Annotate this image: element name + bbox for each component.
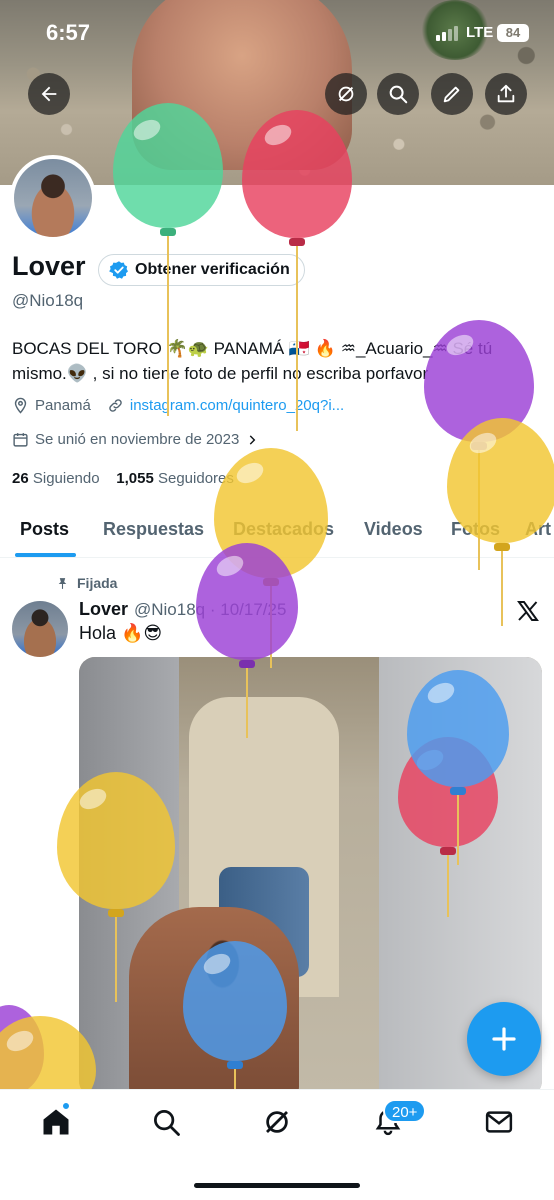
messages-icon <box>485 1111 513 1133</box>
home-unread-dot <box>62 1102 70 1110</box>
signal-icon <box>436 26 458 41</box>
back-arrow-icon <box>41 86 57 102</box>
following-link[interactable]: 26 Siguiendo <box>12 470 100 487</box>
link-icon <box>109 399 122 412</box>
chevron-right-icon[interactable] <box>245 433 259 447</box>
photo-person <box>129 907 299 1097</box>
post-handle-date: @Nio18q · 10/17/25 <box>134 600 287 619</box>
tab-videos[interactable]: Videos <box>364 519 423 540</box>
pinned-indicator: Fijada <box>56 575 117 591</box>
grok-icon <box>338 86 354 102</box>
active-tab-indicator <box>15 553 76 557</box>
notifications-badge: 20+ <box>383 1099 427 1123</box>
grok-button[interactable] <box>325 73 367 115</box>
edit-pencil-icon <box>443 86 460 103</box>
search-icon <box>389 85 408 104</box>
network-label: LTE <box>466 24 494 41</box>
plus-icon <box>492 1027 516 1051</box>
tab-posts[interactable]: Posts <box>20 519 69 540</box>
home-icon <box>43 1109 69 1135</box>
post-author-name[interactable]: Lover <box>79 599 128 620</box>
profile-bio: BOCAS DEL TORO 🌴🐢 PANAMÁ 🇵🇦 🔥 ♒_Acuario_… <box>12 339 493 383</box>
tab-highlights[interactable]: Destacados <box>233 519 334 540</box>
battery-indicator: 84 <box>497 24 529 42</box>
verified-badge-icon <box>109 261 128 279</box>
profile-handle: @Nio18q <box>12 291 84 310</box>
followers-label: Seguidores <box>157 470 234 487</box>
nav-search[interactable] <box>151 1107 181 1137</box>
back-button[interactable] <box>28 73 70 115</box>
location-icon <box>14 397 27 414</box>
profile-name: Lover <box>12 251 86 281</box>
nav-messages[interactable] <box>484 1107 514 1137</box>
tab-articles[interactable]: Art <box>525 519 551 540</box>
edit-button[interactable] <box>431 73 473 115</box>
get-verified-label: Obtener verificación <box>135 261 290 278</box>
following-count: 26 <box>12 470 29 487</box>
pin-icon <box>58 577 67 589</box>
x-logo-icon[interactable] <box>516 599 540 623</box>
tab-replies[interactable]: Respuestas <box>103 519 204 540</box>
status-time: 6:57 <box>46 20 91 45</box>
pinned-label: Fijada <box>77 575 118 591</box>
search-icon <box>154 1110 180 1136</box>
grok-icon <box>266 1111 288 1133</box>
profile-location: Panamá <box>35 397 91 414</box>
home-indicator <box>194 1183 360 1188</box>
profile-joined: Se unió en noviembre de 2023 <box>35 431 240 448</box>
search-button[interactable] <box>377 73 419 115</box>
profile-joined-row: Se unió en noviembre de 2023 <box>12 431 259 448</box>
followers-link[interactable]: 1,055 Seguidores <box>116 470 234 487</box>
tab-photos[interactable]: Fotos <box>451 519 500 540</box>
get-verified-button[interactable]: Obtener verificación <box>98 254 305 286</box>
post-author-avatar[interactable] <box>12 601 68 657</box>
nav-grok[interactable] <box>262 1107 292 1137</box>
followers-count: 1,055 <box>116 470 154 487</box>
nav-home[interactable] <box>41 1107 71 1137</box>
profile-tabs: Posts Respuestas Destacados Videos Fotos… <box>0 505 554 558</box>
calendar-icon <box>13 433 28 447</box>
compose-post-button[interactable] <box>467 1002 541 1076</box>
post-text: Hola 🔥😎 <box>79 623 163 643</box>
share-icon <box>497 84 515 103</box>
status-bar: 6:57 LTE 84 <box>0 0 554 60</box>
profile-avatar[interactable] <box>10 155 96 241</box>
profile-meta-row: Panamá instagram.com/quintero_20q?i... <box>12 397 344 414</box>
following-label: Siguiendo <box>32 470 100 487</box>
profile-stats: 26 Siguiendo 1,055 Seguidores <box>12 470 234 487</box>
profile-website-link[interactable]: instagram.com/quintero_20q?i... <box>130 397 344 414</box>
share-button[interactable] <box>485 73 527 115</box>
